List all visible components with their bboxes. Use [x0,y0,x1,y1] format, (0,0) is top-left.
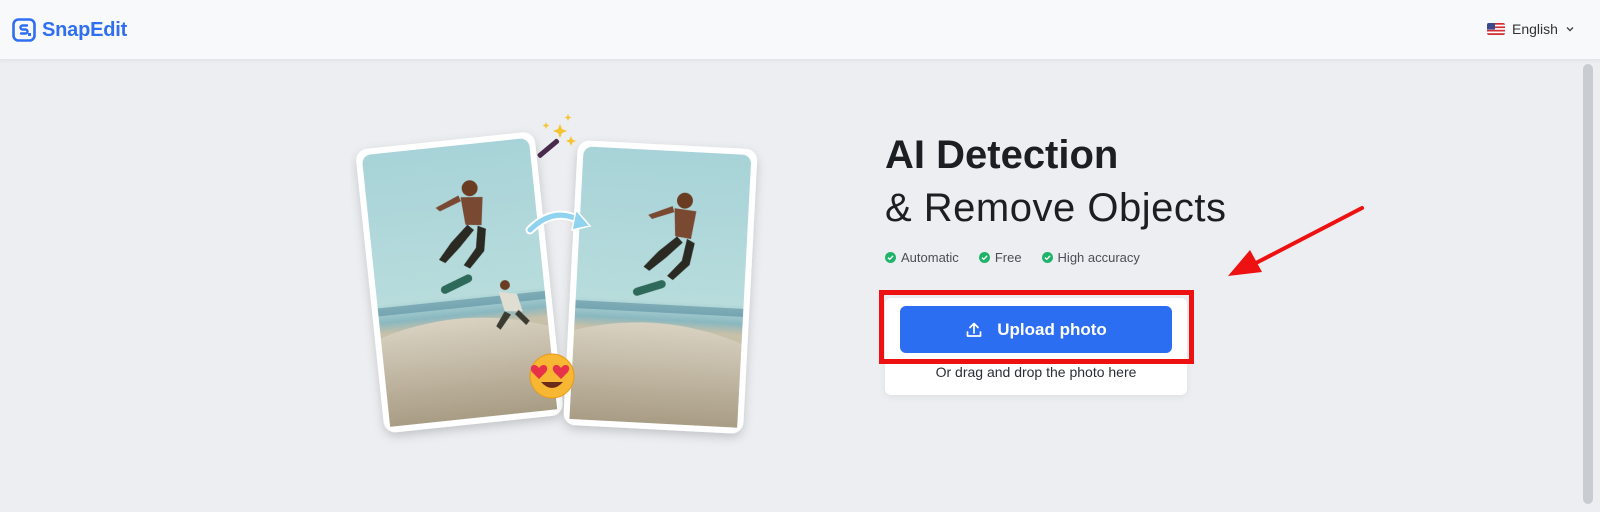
before-after-illustration [356,114,758,434]
heart-eyes-emoji-icon [529,353,575,399]
before-photo-card [356,132,563,433]
feature-item-automatic: Automatic [885,250,959,265]
page-scrollbar[interactable] [1580,60,1596,512]
language-label: English [1512,21,1558,37]
hero-title-line1: AI Detection [885,133,1119,177]
hero-title-line2: & Remove Objects [885,186,1227,230]
check-circle-icon [885,252,896,263]
feature-label: Automatic [901,250,959,265]
drag-drop-hint: Or drag and drop the photo here [935,364,1137,380]
snapedit-logo[interactable]: SnapEdit [12,18,127,42]
upload-photo-button[interactable]: Upload photo [900,306,1172,353]
us-flag-icon [1487,23,1505,35]
chevron-down-icon [1566,27,1574,32]
check-circle-icon [978,252,990,263]
after-photo-card [563,140,758,434]
upload-icon [966,322,982,337]
feature-item-high-accuracy: High accuracy [1041,250,1140,265]
snapedit-logo-icon [12,18,36,42]
feature-label: Free [994,250,1022,265]
language-selector[interactable]: English [1487,21,1575,37]
feature-item-free: Free [978,250,1022,265]
upload-button-label: Upload photo [997,319,1107,339]
magic-wand-icon [537,114,576,158]
check-circle-icon [1041,252,1053,263]
annotation-arrow-icon [1228,206,1364,276]
feature-list: Automatic Free High accuracy [885,250,1140,265]
logo-text: SnapEdit [42,18,128,41]
feature-label: High accuracy [1057,250,1140,265]
scrollbar-thumb[interactable] [1583,64,1593,504]
top-navigation-bar: SnapEdit English [0,0,1600,60]
